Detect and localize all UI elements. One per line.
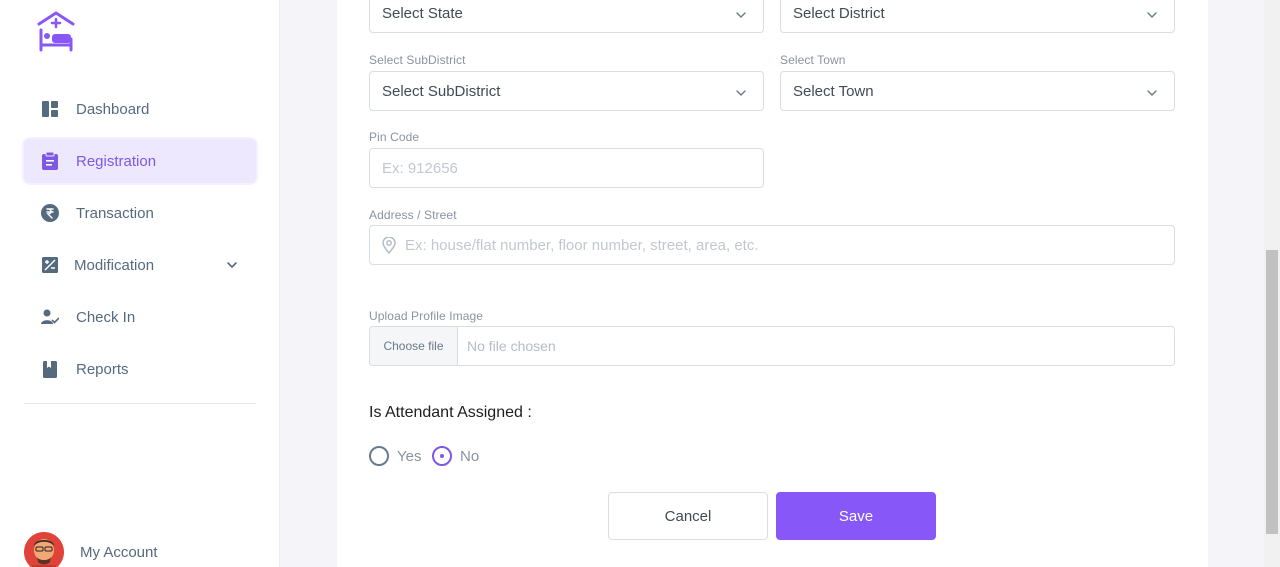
map-pin-icon (382, 236, 396, 254)
my-account-label: My Account (80, 543, 158, 561)
sidebar-item-reports[interactable]: Reports (24, 347, 256, 391)
scrollbar-thumb[interactable] (1266, 250, 1278, 534)
state-select[interactable]: Select State (369, 0, 764, 33)
rupee-icon (40, 203, 60, 223)
radio-no-label: No (460, 447, 480, 465)
address-input[interactable]: Ex: house/flat number, floor number, str… (369, 225, 1175, 265)
sidebar-item-label: Check In (76, 308, 136, 326)
address-label: Address / Street (369, 208, 457, 222)
profile-image-file-input[interactable]: Choose file No file chosen (369, 326, 1175, 366)
choose-file-button[interactable]: Choose file (370, 327, 458, 365)
save-button[interactable]: Save (776, 492, 936, 540)
state-select-value: Select State (382, 4, 463, 22)
subdistrict-select[interactable]: Select SubDistrict (369, 71, 764, 111)
sidebar-item-label: Transaction (76, 204, 154, 222)
pincode-label: Pin Code (369, 130, 420, 144)
clipboard-icon (40, 151, 60, 171)
sidebar-item-label: Registration (76, 152, 157, 170)
radio-yes-label: Yes (397, 447, 422, 465)
sidebar-item-modification[interactable]: Modification (24, 243, 256, 287)
chevron-down-icon (1146, 86, 1158, 103)
sidebar-item-check-in[interactable]: Check In (24, 295, 256, 339)
town-select[interactable]: Select Town (780, 71, 1175, 111)
sidebar-item-label: Dashboard (76, 100, 150, 118)
district-select[interactable]: Select District (780, 0, 1175, 33)
chevron-down-icon (735, 8, 747, 25)
address-placeholder: Ex: house/flat number, floor number, str… (405, 236, 759, 254)
sidebar-item-label: Reports (76, 360, 129, 378)
sidebar: Dashboard Registration Transaction Modif… (0, 0, 280, 567)
sidebar-item-dashboard[interactable]: Dashboard (24, 87, 256, 131)
dashboard-icon (40, 99, 60, 119)
modification-icon (40, 255, 60, 275)
avatar (24, 532, 64, 567)
district-select-value: Select District (793, 4, 885, 22)
book-icon (40, 359, 60, 379)
hotel-logo-icon[interactable] (36, 10, 76, 54)
my-account-link[interactable]: My Account (24, 532, 158, 567)
chevron-down-icon (735, 86, 747, 103)
town-select-value: Select Town (793, 82, 874, 100)
sidebar-divider (24, 403, 256, 404)
pincode-input[interactable]: Ex: 912656 (369, 148, 764, 188)
no-file-text: No file chosen (467, 338, 556, 354)
radio-checked-icon[interactable] (432, 446, 452, 466)
upload-label: Upload Profile Image (369, 309, 484, 323)
town-label: Select Town (780, 53, 846, 67)
attendant-title: Is Attendant Assigned : (369, 404, 532, 421)
attendant-yes-radio[interactable]: Yes (369, 446, 421, 466)
sidebar-item-label: Modification (74, 256, 155, 274)
user-check-icon (40, 307, 60, 327)
cancel-button[interactable]: Cancel (608, 492, 768, 540)
pincode-placeholder: Ex: 912656 (382, 159, 458, 177)
chevron-down-icon[interactable] (226, 258, 238, 276)
sidebar-item-registration[interactable]: Registration (24, 139, 256, 183)
sidebar-item-transaction[interactable]: Transaction (24, 191, 256, 235)
chevron-down-icon (1146, 8, 1158, 25)
radio-unchecked-icon[interactable] (369, 446, 389, 466)
attendant-no-radio[interactable]: No (432, 446, 479, 466)
subdistrict-select-value: Select SubDistrict (382, 82, 501, 100)
subdistrict-label: Select SubDistrict (369, 53, 466, 67)
